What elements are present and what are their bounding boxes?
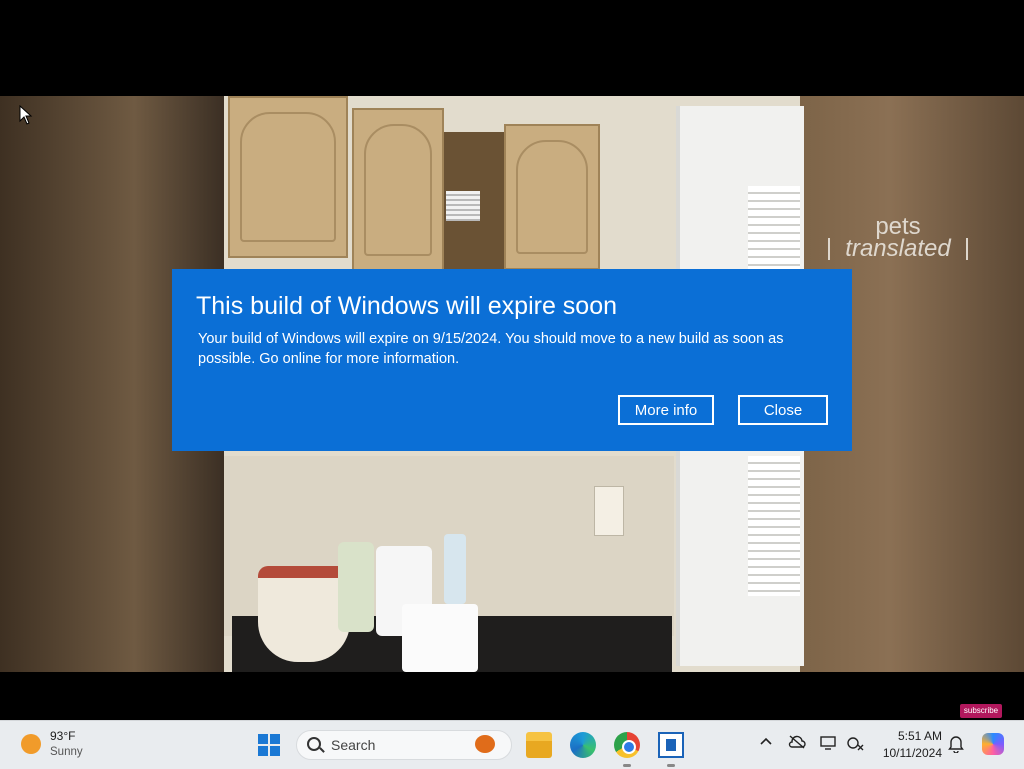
wifi-off-icon[interactable] <box>846 735 864 753</box>
bell-icon[interactable] <box>948 735 964 754</box>
pumpkin-icon <box>475 735 495 753</box>
clock-date[interactable]: 10/11/2024 <box>872 746 942 760</box>
cabinet-door <box>504 124 600 270</box>
start-icon[interactable] <box>258 734 280 756</box>
weather-temp[interactable]: 93°F <box>50 729 75 743</box>
chrome-running-indicator <box>623 764 631 767</box>
search-icon <box>307 737 321 751</box>
copilot-icon[interactable] <box>982 733 1004 755</box>
display-icon[interactable] <box>820 735 838 753</box>
close-button[interactable]: Close <box>738 395 828 425</box>
more-info-button[interactable]: More info <box>618 395 714 425</box>
app-window-icon[interactable] <box>658 732 684 758</box>
edge-icon[interactable] <box>570 732 596 758</box>
chrome-icon[interactable] <box>614 732 640 758</box>
utensil-crock <box>258 566 350 662</box>
spray-bottle <box>444 534 466 604</box>
cloud-off-icon[interactable] <box>788 735 806 753</box>
search-box[interactable]: Search <box>296 730 512 760</box>
watermark-line2: translated <box>828 237 968 261</box>
wall-outlet <box>594 486 624 536</box>
door-louver <box>748 456 800 596</box>
search-placeholder: Search <box>331 737 376 753</box>
expiry-dialog: This build of Windows will expire soon Y… <box>172 269 852 451</box>
jar <box>338 542 374 632</box>
sun-icon[interactable] <box>21 734 41 754</box>
subscribe-badge: subscribe <box>960 704 1002 718</box>
paper-towel-roll <box>402 604 478 672</box>
weather-condition[interactable]: Sunny <box>50 746 83 758</box>
cabinet-door <box>352 108 444 272</box>
taskbar: 93°F Sunny Search 5:51 AM 10/11/2024 <box>0 720 1024 769</box>
clock-time[interactable]: 5:51 AM <box>892 729 942 743</box>
cabinet-door <box>228 96 348 258</box>
app-running-indicator <box>667 764 675 767</box>
file-explorer-icon[interactable] <box>526 732 552 758</box>
dialog-title: This build of Windows will expire soon <box>196 292 618 320</box>
chevron-up-icon[interactable] <box>757 735 775 753</box>
door-louver <box>748 186 800 276</box>
plates <box>446 191 480 221</box>
watermark-logo: pets translated <box>828 215 968 261</box>
dialog-message: Your build of Windows will expire on 9/1… <box>198 331 784 367</box>
